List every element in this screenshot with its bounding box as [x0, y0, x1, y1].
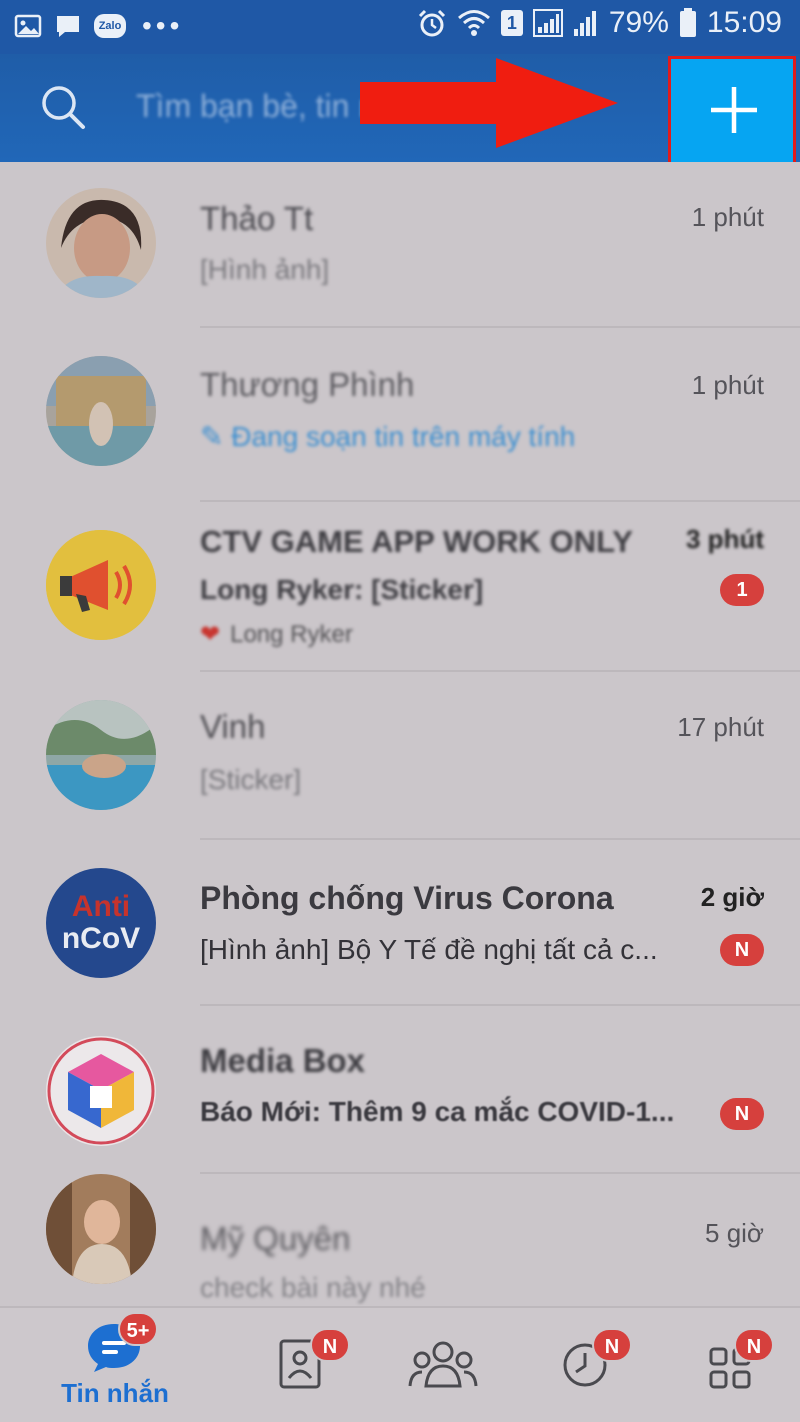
tab-contacts[interactable]: N: [228, 1308, 378, 1422]
typing-text: Đang soạn tin trên máy tính: [231, 421, 576, 452]
message-notification-icon: [57, 16, 79, 37]
add-button[interactable]: [668, 56, 796, 166]
conversation-time: 17 phút: [677, 712, 764, 742]
avatar: Anti nCoV: [46, 868, 156, 978]
alarm-icon: [418, 9, 445, 37]
conversation-name: Thương Phình: [200, 366, 415, 403]
conversation-time: 5 giờ: [705, 1218, 764, 1248]
conversation-message: Long Ryker: [Sticker]: [200, 574, 484, 605]
groups-icon: [408, 1341, 478, 1388]
conversation-name: Vinh: [200, 708, 266, 745]
conversation-item[interactable]: Mỹ Quyên check bài này nhé 5 giờ: [0, 1174, 800, 1306]
red-arrow-annotation: [360, 58, 618, 148]
signal-icon-2: [573, 11, 596, 36]
conversation-message: check bài này nhé: [200, 1272, 426, 1303]
timeline-badge: N: [592, 1328, 632, 1362]
tab-messages[interactable]: 5+ Tin nhắn: [40, 1308, 190, 1422]
avatar-text-top: Anti: [71, 890, 131, 923]
heart-icon: ❤: [200, 621, 221, 648]
unread-badge: 1: [720, 574, 764, 606]
conversation-message: ✎ Đang soạn tin trên máy tính: [200, 420, 575, 453]
conversation-item[interactable]: CTV GAME APP WORK ONLY Long Ryker: [Stic…: [0, 502, 800, 672]
messages-badge: 5+: [118, 1312, 158, 1346]
signal-icon-1: [532, 9, 563, 37]
conversation-time: 1 phút: [691, 202, 764, 232]
conversation-list: Thảo Tt [Hình ảnh] 1 phút Thương Phình ✎…: [0, 162, 800, 1306]
zalo-notification-icon: Zalo: [94, 14, 126, 38]
conversation-item[interactable]: Vinh [Sticker] 17 phút: [0, 672, 800, 840]
avatar-text-bottom: nCoV: [61, 922, 141, 955]
gallery-notification-icon: [14, 14, 42, 38]
avatar: [46, 1036, 156, 1146]
conversation-item[interactable]: Thương Phình ✎ Đang soạn tin trên máy tí…: [0, 328, 800, 502]
clock: 15:09: [706, 6, 782, 39]
megaphone-icon: [46, 530, 156, 640]
avatar: [46, 188, 156, 298]
search-header: Tìm bạn bè, tin nhắn ...: [0, 54, 800, 166]
conversation-name: Phòng chống Virus Corona: [200, 880, 614, 916]
conversation-time: 1 phút: [691, 370, 764, 400]
conversation-name: Mỹ Quyên: [200, 1220, 351, 1257]
conversation-item[interactable]: Anti nCoV Phòng chống Virus Corona [Hình…: [0, 840, 800, 1006]
more-badge: N: [734, 1328, 774, 1362]
typing-icon: ✎: [200, 421, 232, 452]
battery-percentage: 79%: [608, 6, 669, 39]
avatar: [46, 1174, 156, 1284]
tab-groups[interactable]: [368, 1308, 518, 1422]
unread-badge: N: [720, 934, 764, 966]
reaction-user: Long Ryker: [230, 620, 353, 648]
search-icon[interactable]: [38, 82, 88, 132]
conversation-message: Báo Mới: Thêm 9 ca mắc COVID-1...: [200, 1096, 675, 1127]
avatar: [46, 530, 156, 640]
status-bar: Zalo ••• 1 79% 15:09: [0, 0, 800, 54]
contacts-badge: N: [310, 1328, 350, 1362]
conversation-item[interactable]: Media Box Báo Mới: Thêm 9 ca mắc COVID-1…: [0, 1006, 800, 1174]
conversation-message: [Sticker]: [200, 764, 302, 795]
conversation-name: Thảo Tt: [200, 200, 314, 237]
sim-indicator: 1: [500, 10, 523, 36]
media-box-logo-icon: [47, 1037, 155, 1145]
conversation-message: [Hình ảnh] Bộ Y Tế đề nghị tất cả c...: [200, 934, 658, 965]
conversation-time: 2 giờ: [700, 882, 764, 912]
wifi-icon: [457, 10, 490, 36]
conversation-time: 3 phút: [686, 524, 764, 554]
conversation-name: Media Box: [200, 1042, 366, 1079]
avatar: [46, 700, 156, 810]
plus-icon: [711, 87, 757, 133]
bottom-navigation: 5+ Tin nhắn N N N: [0, 1306, 800, 1422]
tab-timeline[interactable]: N: [510, 1308, 660, 1422]
tab-messages-label: Tin nhắn: [61, 1378, 169, 1408]
reaction-line: ❤ Long Ryker: [200, 620, 353, 649]
conversation-message: [Hình ảnh]: [200, 254, 330, 285]
conversation-name: CTV GAME APP WORK ONLY: [200, 524, 633, 559]
battery-icon: [679, 8, 696, 37]
avatar: [46, 356, 156, 466]
conversation-item[interactable]: Thảo Tt [Hình ảnh] 1 phút: [0, 162, 800, 328]
more-notifications-icon: •••: [142, 10, 184, 41]
unread-badge: N: [720, 1098, 764, 1130]
tab-more[interactable]: N: [650, 1308, 800, 1422]
